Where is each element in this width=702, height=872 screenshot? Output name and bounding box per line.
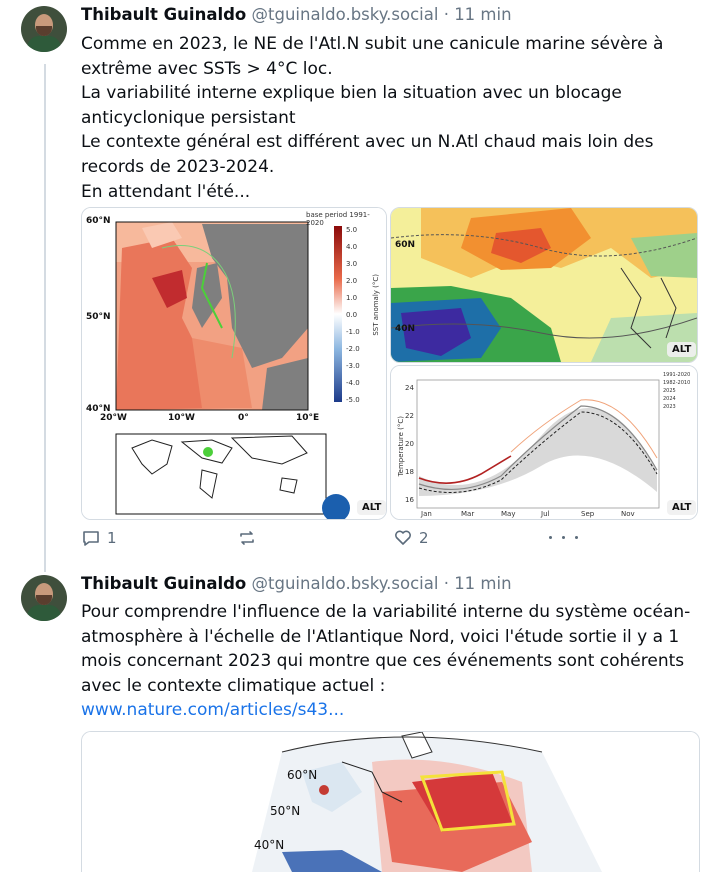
colorbar-label: SST anomaly (°C)	[372, 274, 380, 336]
post-text-line: records de 2023-2024.	[81, 156, 275, 177]
lat-label: 60N	[395, 240, 416, 250]
colorbar-tick: -4.0	[346, 379, 360, 387]
heart-icon	[395, 530, 411, 545]
colorbar-tick: 1.0	[346, 294, 358, 302]
post-text-line: anticyclonique persistant	[81, 107, 296, 128]
lat-label: 60°N	[86, 216, 111, 226]
sst-chart-graphic	[391, 366, 697, 519]
post-actions: 1 2	[81, 528, 578, 552]
lon-label: 20°W	[100, 413, 127, 423]
lon-label: 0°	[238, 413, 249, 423]
reply-count: 1	[107, 529, 117, 547]
colorbar-tick: 4.0	[346, 243, 358, 251]
lat-label: 50°N	[270, 804, 301, 818]
colorbar-tick: -3.0	[346, 362, 360, 370]
month-tick: Jul	[541, 510, 550, 518]
month-tick: Nov	[621, 510, 635, 518]
y-tick: 22	[405, 412, 414, 420]
post-time[interactable]: 11 min	[454, 5, 511, 24]
legend-entry: 2025	[663, 388, 676, 394]
colorbar-tick: -5.0	[346, 396, 360, 404]
avatar[interactable]	[21, 575, 67, 621]
y-tick: 18	[405, 468, 414, 476]
alt-badge[interactable]: ALT	[667, 500, 697, 515]
alt-badge[interactable]: ALT	[357, 500, 386, 515]
lon-label: 10°W	[168, 413, 195, 423]
post-text: Comme en 2023, le NE de l'Atl.N subit un…	[81, 32, 701, 204]
lat-label: 40N	[395, 324, 416, 334]
post-text-line: Comme en 2023, le NE de l'Atl.N subit un…	[81, 34, 664, 54]
repost-button[interactable]	[237, 528, 257, 548]
legend-entry: 1982-2010	[663, 380, 691, 386]
lon-label: 10°E	[296, 413, 320, 423]
colorbar-tick: 3.0	[346, 260, 358, 268]
post-header: Thibault Guinaldo @tguinaldo.bsky.social…	[81, 5, 512, 24]
pressure-map-image[interactable]: 60N 40N ALT	[390, 207, 698, 363]
avatar[interactable]	[21, 6, 67, 52]
y-tick: 16	[405, 496, 414, 504]
thread-connector	[44, 64, 46, 572]
repost-icon	[240, 531, 254, 545]
colorbar-tick: 0.0	[346, 311, 358, 319]
alt-badge[interactable]: ALT	[667, 342, 697, 357]
post-text-line: La variabilité interne explique bien la …	[81, 83, 622, 104]
post-text-line: Pour comprendre l'influence de la variab…	[81, 602, 691, 622]
like-count: 2	[419, 529, 429, 547]
colorbar-tick: 2.0	[346, 277, 358, 285]
legend-entry: 2024	[663, 396, 676, 402]
author-handle[interactable]: @tguinaldo.bsky.social	[252, 574, 439, 593]
study-map-image[interactable]: 60°N 50°N 40°N	[81, 731, 700, 872]
separator: ·	[443, 574, 449, 593]
colorbar-tick: 5.0	[346, 226, 358, 234]
article-link[interactable]: www.nature.com/articles/s43...	[81, 698, 701, 723]
post-time[interactable]: 11 min	[454, 574, 511, 593]
sst-map-graphic	[82, 208, 386, 519]
post-text-line: avec le contexte climatique actuel :	[81, 675, 386, 696]
author-name[interactable]: Thibault Guinaldo	[81, 5, 246, 24]
legend-entry: 1991-2020	[663, 372, 691, 378]
like-button[interactable]: 2	[393, 528, 429, 548]
lat-label: 40°N	[254, 838, 285, 852]
post-text-line: extrême avec SSTs > 4°C loc.	[81, 58, 333, 79]
y-tick: 24	[405, 384, 414, 392]
sst-anomaly-map-image[interactable]: 60°N 50°N 40°N 20°W 10°W 0° 10°E base pe…	[81, 207, 387, 520]
post-text: Pour comprendre l'influence de la variab…	[81, 600, 701, 723]
month-tick: Sep	[581, 510, 595, 518]
sst-timeseries-image[interactable]: Temperature (°C) 24 22 20 18 16 Jan Mar …	[390, 365, 698, 520]
more-options-icon[interactable]	[547, 536, 580, 539]
post-text-line: mois concernant 2023 qui montre que ces …	[81, 651, 685, 672]
post-header: Thibault Guinaldo @tguinaldo.bsky.social…	[81, 574, 512, 593]
y-axis-label: Temperature (°C)	[397, 416, 405, 477]
post-text-line: Le contexte général est différent avec u…	[81, 132, 654, 153]
month-tick: May	[501, 510, 516, 518]
reply-button[interactable]: 1	[81, 528, 117, 548]
month-tick: Mar	[461, 510, 475, 518]
y-tick: 20	[405, 440, 414, 448]
pressure-map-graphic	[391, 208, 697, 362]
author-handle[interactable]: @tguinaldo.bsky.social	[252, 5, 439, 24]
post-text-line: atmosphère à l'échelle de l'Atlantique N…	[81, 626, 680, 647]
separator: ·	[443, 5, 449, 24]
lat-label: 60°N	[287, 768, 318, 782]
month-tick: Jan	[421, 510, 432, 518]
study-map-graphic	[82, 732, 699, 872]
lat-label: 50°N	[86, 312, 111, 322]
author-name[interactable]: Thibault Guinaldo	[81, 574, 246, 593]
colorbar-tick: -1.0	[346, 328, 360, 336]
post-text-line: En attendant l'été...	[81, 181, 251, 202]
base-period-label: base period 1991-2020	[306, 211, 370, 227]
colorbar-tick: -2.0	[346, 345, 360, 353]
reply-icon	[83, 531, 99, 546]
legend-entry: 2023	[663, 404, 676, 410]
